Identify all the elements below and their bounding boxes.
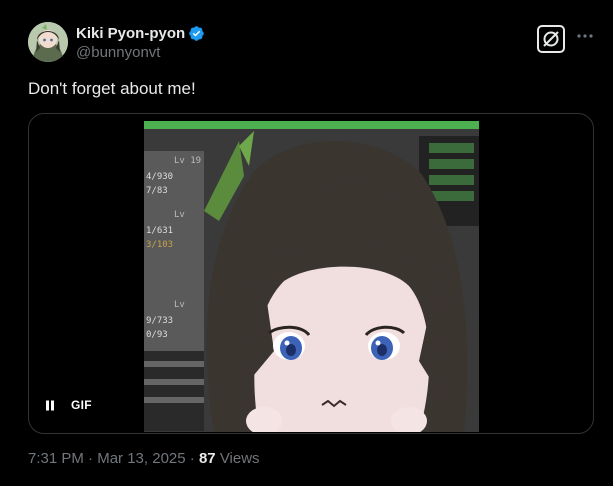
gif-badge: GIF — [71, 398, 92, 412]
more-horizontal-icon — [577, 34, 593, 38]
tweet-date[interactable]: Mar 13, 2025 — [97, 450, 185, 467]
frame-text-mp2: 3/103 — [146, 240, 173, 250]
grok-button[interactable] — [536, 24, 566, 54]
author-names: Kiki Pyon-pyon @bunnyonvt — [76, 24, 205, 61]
more-button[interactable] — [575, 26, 595, 46]
tweet-post: Kiki Pyon-pyon @bunnyonvt Don't forget a… — [0, 0, 613, 486]
frame-text-hp1: 4/930 — [146, 172, 173, 182]
frame-text-mp1: 7/83 — [146, 186, 168, 196]
verified-badge-icon — [189, 25, 204, 41]
gif-controls: GIF — [43, 398, 92, 412]
grok-icon — [537, 25, 565, 53]
meta-separator: · — [189, 450, 195, 467]
views-label: Views — [219, 450, 260, 467]
frame-text-hp2: 1/631 — [146, 226, 173, 236]
views-count[interactable]: 87 — [199, 450, 216, 467]
tweet-time[interactable]: 7:31 PM — [28, 450, 84, 467]
frame-text-lv2: Lv — [174, 210, 185, 220]
display-name-row: Kiki Pyon-pyon — [76, 24, 205, 42]
frame-text-mp3: 0/93 — [146, 330, 168, 340]
tweet-meta: 7:31 PM · Mar 13, 2025 · 87 Views — [28, 450, 260, 467]
frame-text-lv3: Lv — [174, 300, 185, 310]
avatar[interactable] — [28, 22, 68, 62]
author-handle[interactable]: @bunnyonvt — [76, 44, 205, 61]
meta-separator: · — [88, 450, 94, 467]
pause-icon[interactable] — [43, 398, 57, 412]
tweet-header: Kiki Pyon-pyon @bunnyonvt — [28, 22, 205, 62]
gif-media[interactable]: Lv 19 4/930 7/83 Lv 1/631 3/103 Lv 9/733… — [28, 113, 594, 434]
gif-frame: Lv 19 4/930 7/83 Lv 1/631 3/103 Lv 9/733… — [144, 121, 479, 432]
display-name[interactable]: Kiki Pyon-pyon — [76, 25, 185, 42]
tweet-text: Don't forget about me! — [28, 79, 196, 98]
frame-text-hp3: 9/733 — [146, 316, 173, 326]
frame-text-lv1: Lv 19 — [174, 156, 201, 166]
